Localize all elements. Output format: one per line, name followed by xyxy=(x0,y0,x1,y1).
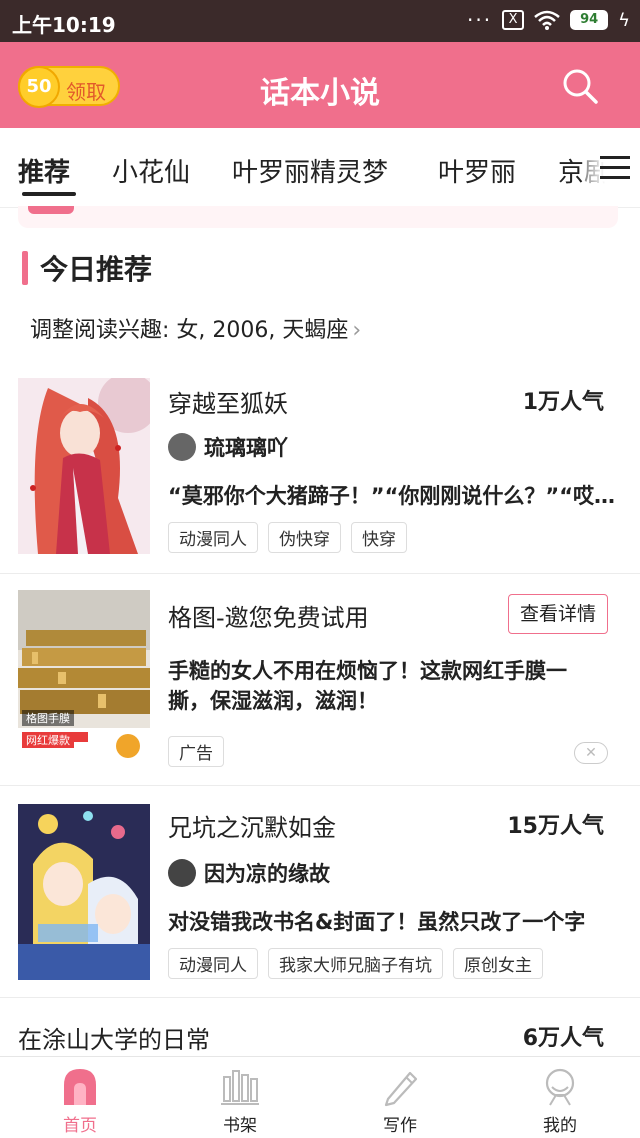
book-popularity: 1万人气 xyxy=(522,390,604,415)
nav-label: 首页 xyxy=(63,1116,97,1136)
app-header: 50 领取 话本小说 xyxy=(0,42,640,128)
nav-write[interactable]: 写作 xyxy=(320,1057,480,1138)
book-popularity: 6万人气 xyxy=(522,1026,604,1051)
section-accent-bar xyxy=(22,251,28,285)
tag-list: 动漫同人 我家大师兄脑子有坑 原创女主 xyxy=(168,948,543,979)
book-card[interactable]: 穿越至狐妖 1万人气 琉璃璃吖 “莫邪你个大猪蹄子！”“你刚刚说什么？”“哎呀我… xyxy=(0,362,640,574)
tab-yeluoli-jinglingmeng[interactable]: 叶罗丽精灵梦 xyxy=(232,152,388,189)
sim-icon: X xyxy=(502,10,525,30)
more-dots-icon: ··· xyxy=(467,8,493,32)
status-time: 上午10:19 xyxy=(12,13,116,37)
tab-recommend[interactable]: 推荐 xyxy=(18,152,70,189)
pen-icon xyxy=(384,1071,418,1107)
ad-title: 格图-邀您免费试用 xyxy=(168,604,369,632)
charging-icon: ϟ xyxy=(618,9,630,31)
status-icons: ··· X 94 ϟ xyxy=(467,8,630,32)
ad-tag-list: 广告 xyxy=(168,736,224,767)
nav-label: 我的 xyxy=(543,1116,577,1136)
tag-list: 动漫同人 伪快穿 快穿 xyxy=(168,522,407,553)
status-bar: 上午10:19 ··· X 94 ϟ xyxy=(0,0,640,42)
author-name: 因为凉的缘故 xyxy=(204,862,330,886)
book-cover-image[interactable] xyxy=(18,378,150,554)
book-tag[interactable]: 原创女主 xyxy=(453,948,543,979)
book-tag[interactable]: 动漫同人 xyxy=(168,522,258,553)
nav-bookshelf[interactable]: 书架 xyxy=(160,1057,320,1138)
tab-xiaohuaxian[interactable]: 小花仙 xyxy=(112,152,190,189)
ad-text: 手糙的女人不用在烦恼了！这款网红手膜一撕，保湿滋润，滋润！ xyxy=(168,659,567,713)
ad-banner-text: 网红爆款 xyxy=(22,732,74,748)
notice-badge xyxy=(28,206,74,214)
avatar xyxy=(168,433,196,461)
nav-profile[interactable]: 我的 xyxy=(480,1057,640,1138)
book-tag[interactable]: 我家大师兄脑子有坑 xyxy=(268,948,443,979)
bottom-nav: 首页 书架 写作 我的 xyxy=(0,1056,640,1138)
interest-text: 调整阅读兴趣: 女, 2006, 天蝎座 xyxy=(30,318,349,343)
tab-indicator xyxy=(22,192,76,196)
book-tag[interactable]: 快穿 xyxy=(351,522,407,553)
author-name: 琉璃璃吖 xyxy=(204,436,288,460)
author-row: 因为凉的缘故 xyxy=(168,858,330,888)
wifi-icon xyxy=(534,10,560,30)
nav-label: 写作 xyxy=(383,1116,417,1136)
chevron-right-icon: › xyxy=(352,318,362,343)
battery-icon: 94 xyxy=(570,10,609,30)
book-card[interactable]: 兄坑之沉默如金 15万人气 因为凉的缘故 对没错我改书名&封面了！虽然只改了一个… xyxy=(0,786,640,998)
book-tag[interactable]: 伪快穿 xyxy=(268,522,341,553)
book-title: 穿越至狐妖 xyxy=(168,390,288,418)
view-details-button[interactable]: 查看详情 xyxy=(508,594,608,634)
app-title: 话本小说 xyxy=(260,76,380,111)
profile-icon xyxy=(545,1068,575,1106)
nav-label: 书架 xyxy=(223,1116,257,1136)
section-header: 今日推荐 xyxy=(22,248,152,288)
book-snippet: 对没错我改书名&封面了！虽然只改了一个字 xyxy=(168,910,586,934)
reading-interest-link[interactable]: 调整阅读兴趣: 女, 2006, 天蝎座 › xyxy=(30,312,361,344)
bookshelf-icon xyxy=(221,1070,259,1105)
category-tabs: 推荐 小花仙 叶罗丽精灵梦 叶罗丽 京剧 xyxy=(0,128,640,208)
ad-image-caption: 格图手膜 xyxy=(22,710,74,726)
avatar xyxy=(168,859,196,887)
section-title: 今日推荐 xyxy=(40,253,153,286)
tabs-menu-icon[interactable] xyxy=(582,128,640,207)
tab-yeluoli[interactable]: 叶罗丽 xyxy=(438,152,516,189)
notice-banner[interactable] xyxy=(18,206,618,228)
search-icon[interactable] xyxy=(560,66,600,106)
book-snippet: “莫邪你个大猪蹄子！”“你刚刚说什么？”“哎呀我说你，说了什么了吗 xyxy=(168,484,620,508)
author-row: 琉璃璃吖 xyxy=(168,432,288,462)
ad-label: 广告 xyxy=(168,736,224,767)
book-cover-image[interactable] xyxy=(18,804,150,980)
close-icon[interactable]: ✕ xyxy=(574,742,608,764)
book-title: 兄坑之沉默如金 xyxy=(168,814,336,842)
nav-home[interactable]: 首页 xyxy=(0,1057,160,1138)
home-icon xyxy=(64,1069,96,1105)
book-popularity: 15万人气 xyxy=(507,814,604,839)
book-title: 在涂山大学的日常 xyxy=(18,1026,210,1054)
book-card[interactable]: 在涂山大学的日常 6万人气 xyxy=(0,998,640,1056)
book-tag[interactable]: 动漫同人 xyxy=(168,948,258,979)
ad-card[interactable]: 格图手膜 网红爆款 格图-邀您免费试用 查看详情 手糙的女人不用在烦恼了！这款网… xyxy=(0,574,640,786)
